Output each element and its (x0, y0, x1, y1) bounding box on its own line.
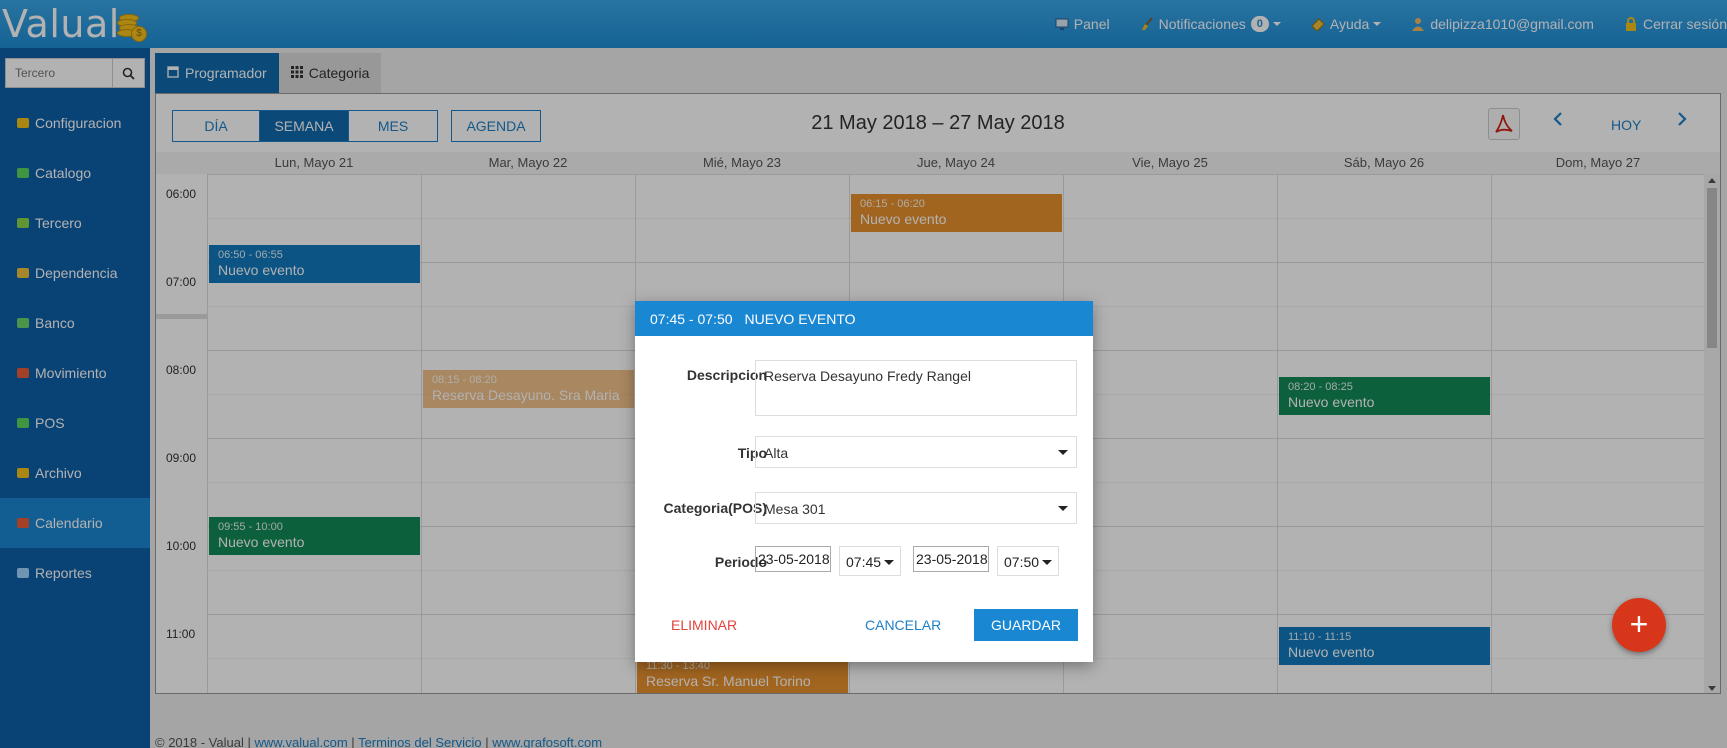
categoria-label: Categoria(POS) (663, 500, 767, 516)
start-time-select[interactable]: 07:45 (839, 546, 901, 576)
tipo-label: Tipo (737, 445, 767, 461)
save-button[interactable]: GUARDAR (974, 609, 1078, 641)
chevron-down-icon (884, 560, 894, 565)
start-date-input[interactable]: 23-05-2018 (755, 546, 831, 572)
delete-button[interactable]: ELIMINAR (671, 617, 737, 633)
chevron-down-icon (1058, 506, 1068, 511)
dialog-time: 07:45 - 07:50 (650, 310, 733, 327)
event-dialog: 07:45 - 07:50 NUEVO EVENTO Descripcion R… (635, 301, 1093, 662)
categoria-select[interactable]: Mesa 301 (755, 492, 1077, 524)
tipo-select[interactable]: Alta (755, 436, 1077, 468)
cancel-button[interactable]: CANCELAR (865, 617, 941, 633)
description-label: Descripcion (686, 367, 767, 383)
end-time-select[interactable]: 07:50 (997, 546, 1059, 576)
dialog-title: NUEVO EVENTO (744, 310, 856, 327)
chevron-down-icon (1058, 450, 1068, 455)
plus-icon: + (1629, 606, 1649, 642)
add-event-button[interactable]: + (1612, 598, 1666, 652)
chevron-down-icon (1042, 560, 1052, 565)
end-date-input[interactable]: 23-05-2018 (913, 546, 989, 572)
description-field[interactable]: Reserva Desayuno Fredy Rangel (755, 360, 1077, 416)
dialog-header: 07:45 - 07:50 NUEVO EVENTO (635, 301, 1093, 336)
periodo-label: Periodo (714, 554, 767, 570)
